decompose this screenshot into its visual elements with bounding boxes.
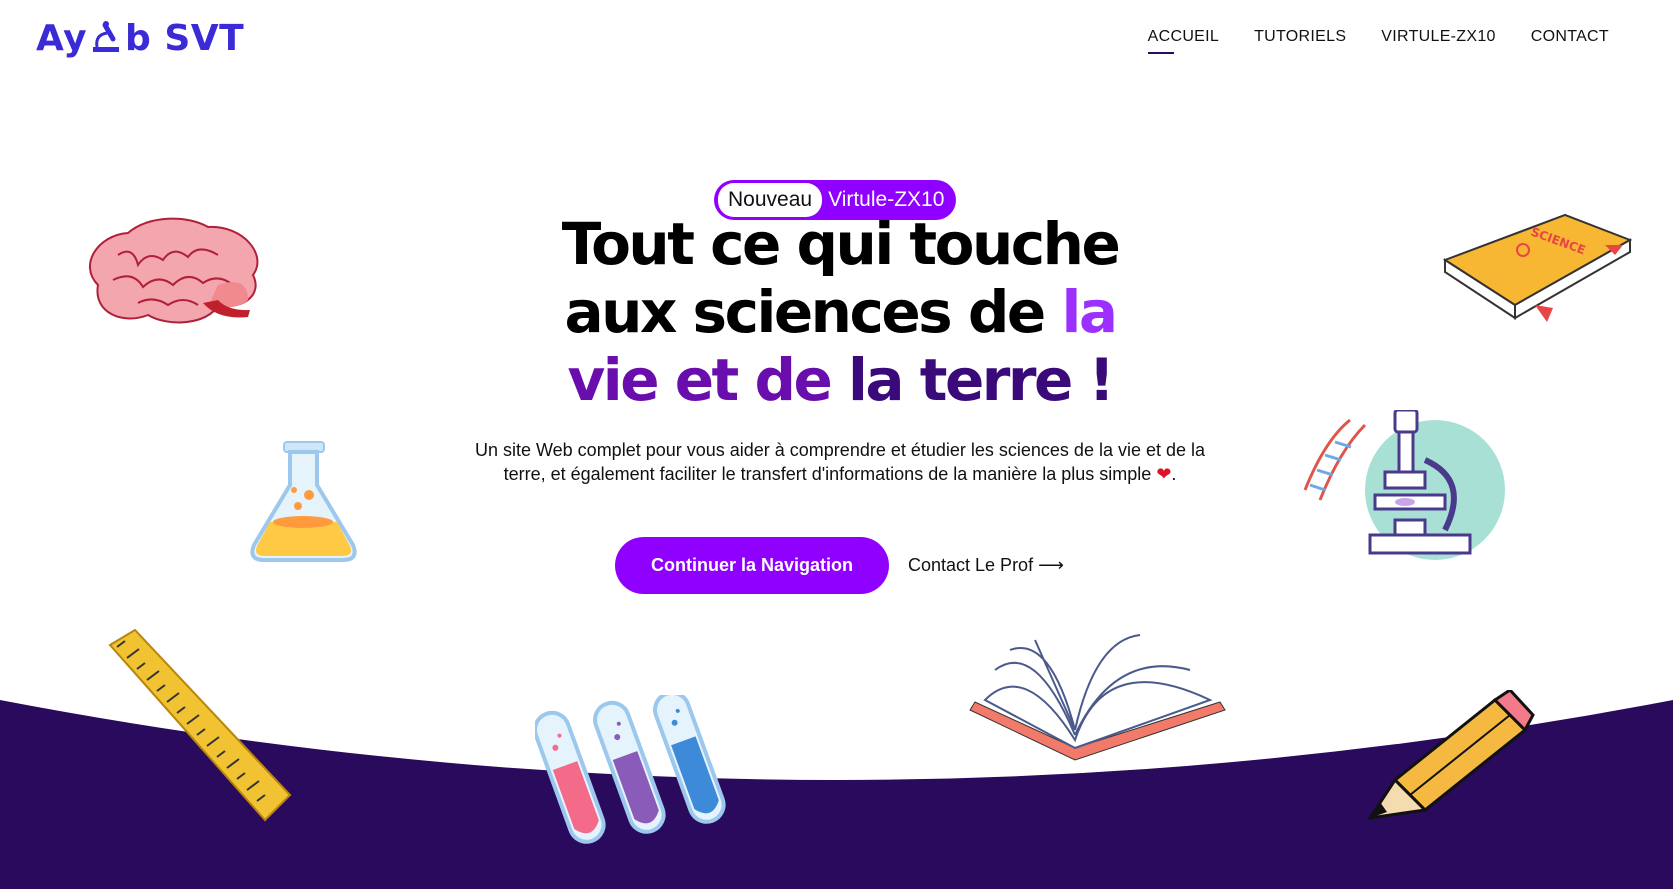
science-book-illustration: SCIENCE xyxy=(1442,213,1633,322)
test-tubes-illustration xyxy=(535,695,726,844)
heart-icon: ❤ xyxy=(1156,464,1172,484)
hero-subtitle: Un site Web complet pour vous aider à co… xyxy=(460,438,1220,486)
headline-line-2a: aux sciences de xyxy=(564,278,1062,346)
ruler-illustration xyxy=(108,628,292,822)
nav-item-contact[interactable]: CONTACT xyxy=(1531,28,1609,52)
headline-line-3b: la terre ! xyxy=(848,346,1115,414)
headline-line-3a: vie et de xyxy=(567,346,849,414)
microscope-logo-icon xyxy=(87,19,125,59)
headline-line-1: Tout ce qui touche xyxy=(561,210,1121,278)
flask-illustration xyxy=(250,441,357,562)
logo-text-left: Ay xyxy=(36,18,88,59)
nav-item-virtule-zx10[interactable]: VIRTULE-ZX10 xyxy=(1381,28,1495,52)
hero-headline: Tout ce qui touche aux sciences de la vi… xyxy=(440,210,1240,414)
nav-item-accueil[interactable]: ACCUEIL xyxy=(1147,28,1219,54)
nav-item-tutoriels[interactable]: TUTORIELS xyxy=(1254,28,1346,52)
badge-product-label: Virtule-ZX10 xyxy=(828,188,945,211)
contact-prof-link[interactable]: Contact Le Prof ⟶ xyxy=(908,555,1064,576)
headline-line-2b: la xyxy=(1061,278,1118,346)
microscope-dna-illustration xyxy=(1303,410,1505,560)
logo-text-right: b SVT xyxy=(125,18,245,59)
open-book-illustration xyxy=(969,634,1226,761)
subtitle-text: Un site Web complet pour vous aider à co… xyxy=(474,440,1206,484)
subtitle-end: . xyxy=(1171,464,1177,484)
continue-navigation-button[interactable]: Continuer la Navigation xyxy=(615,537,889,594)
pencil-illustration xyxy=(1366,690,1535,820)
brain-illustration xyxy=(88,217,259,324)
site-logo[interactable]: Ay b SVT xyxy=(36,18,244,59)
main-nav: ACCUEIL TUTORIELS VIRTULE-ZX10 CONTACT xyxy=(1147,28,1609,54)
